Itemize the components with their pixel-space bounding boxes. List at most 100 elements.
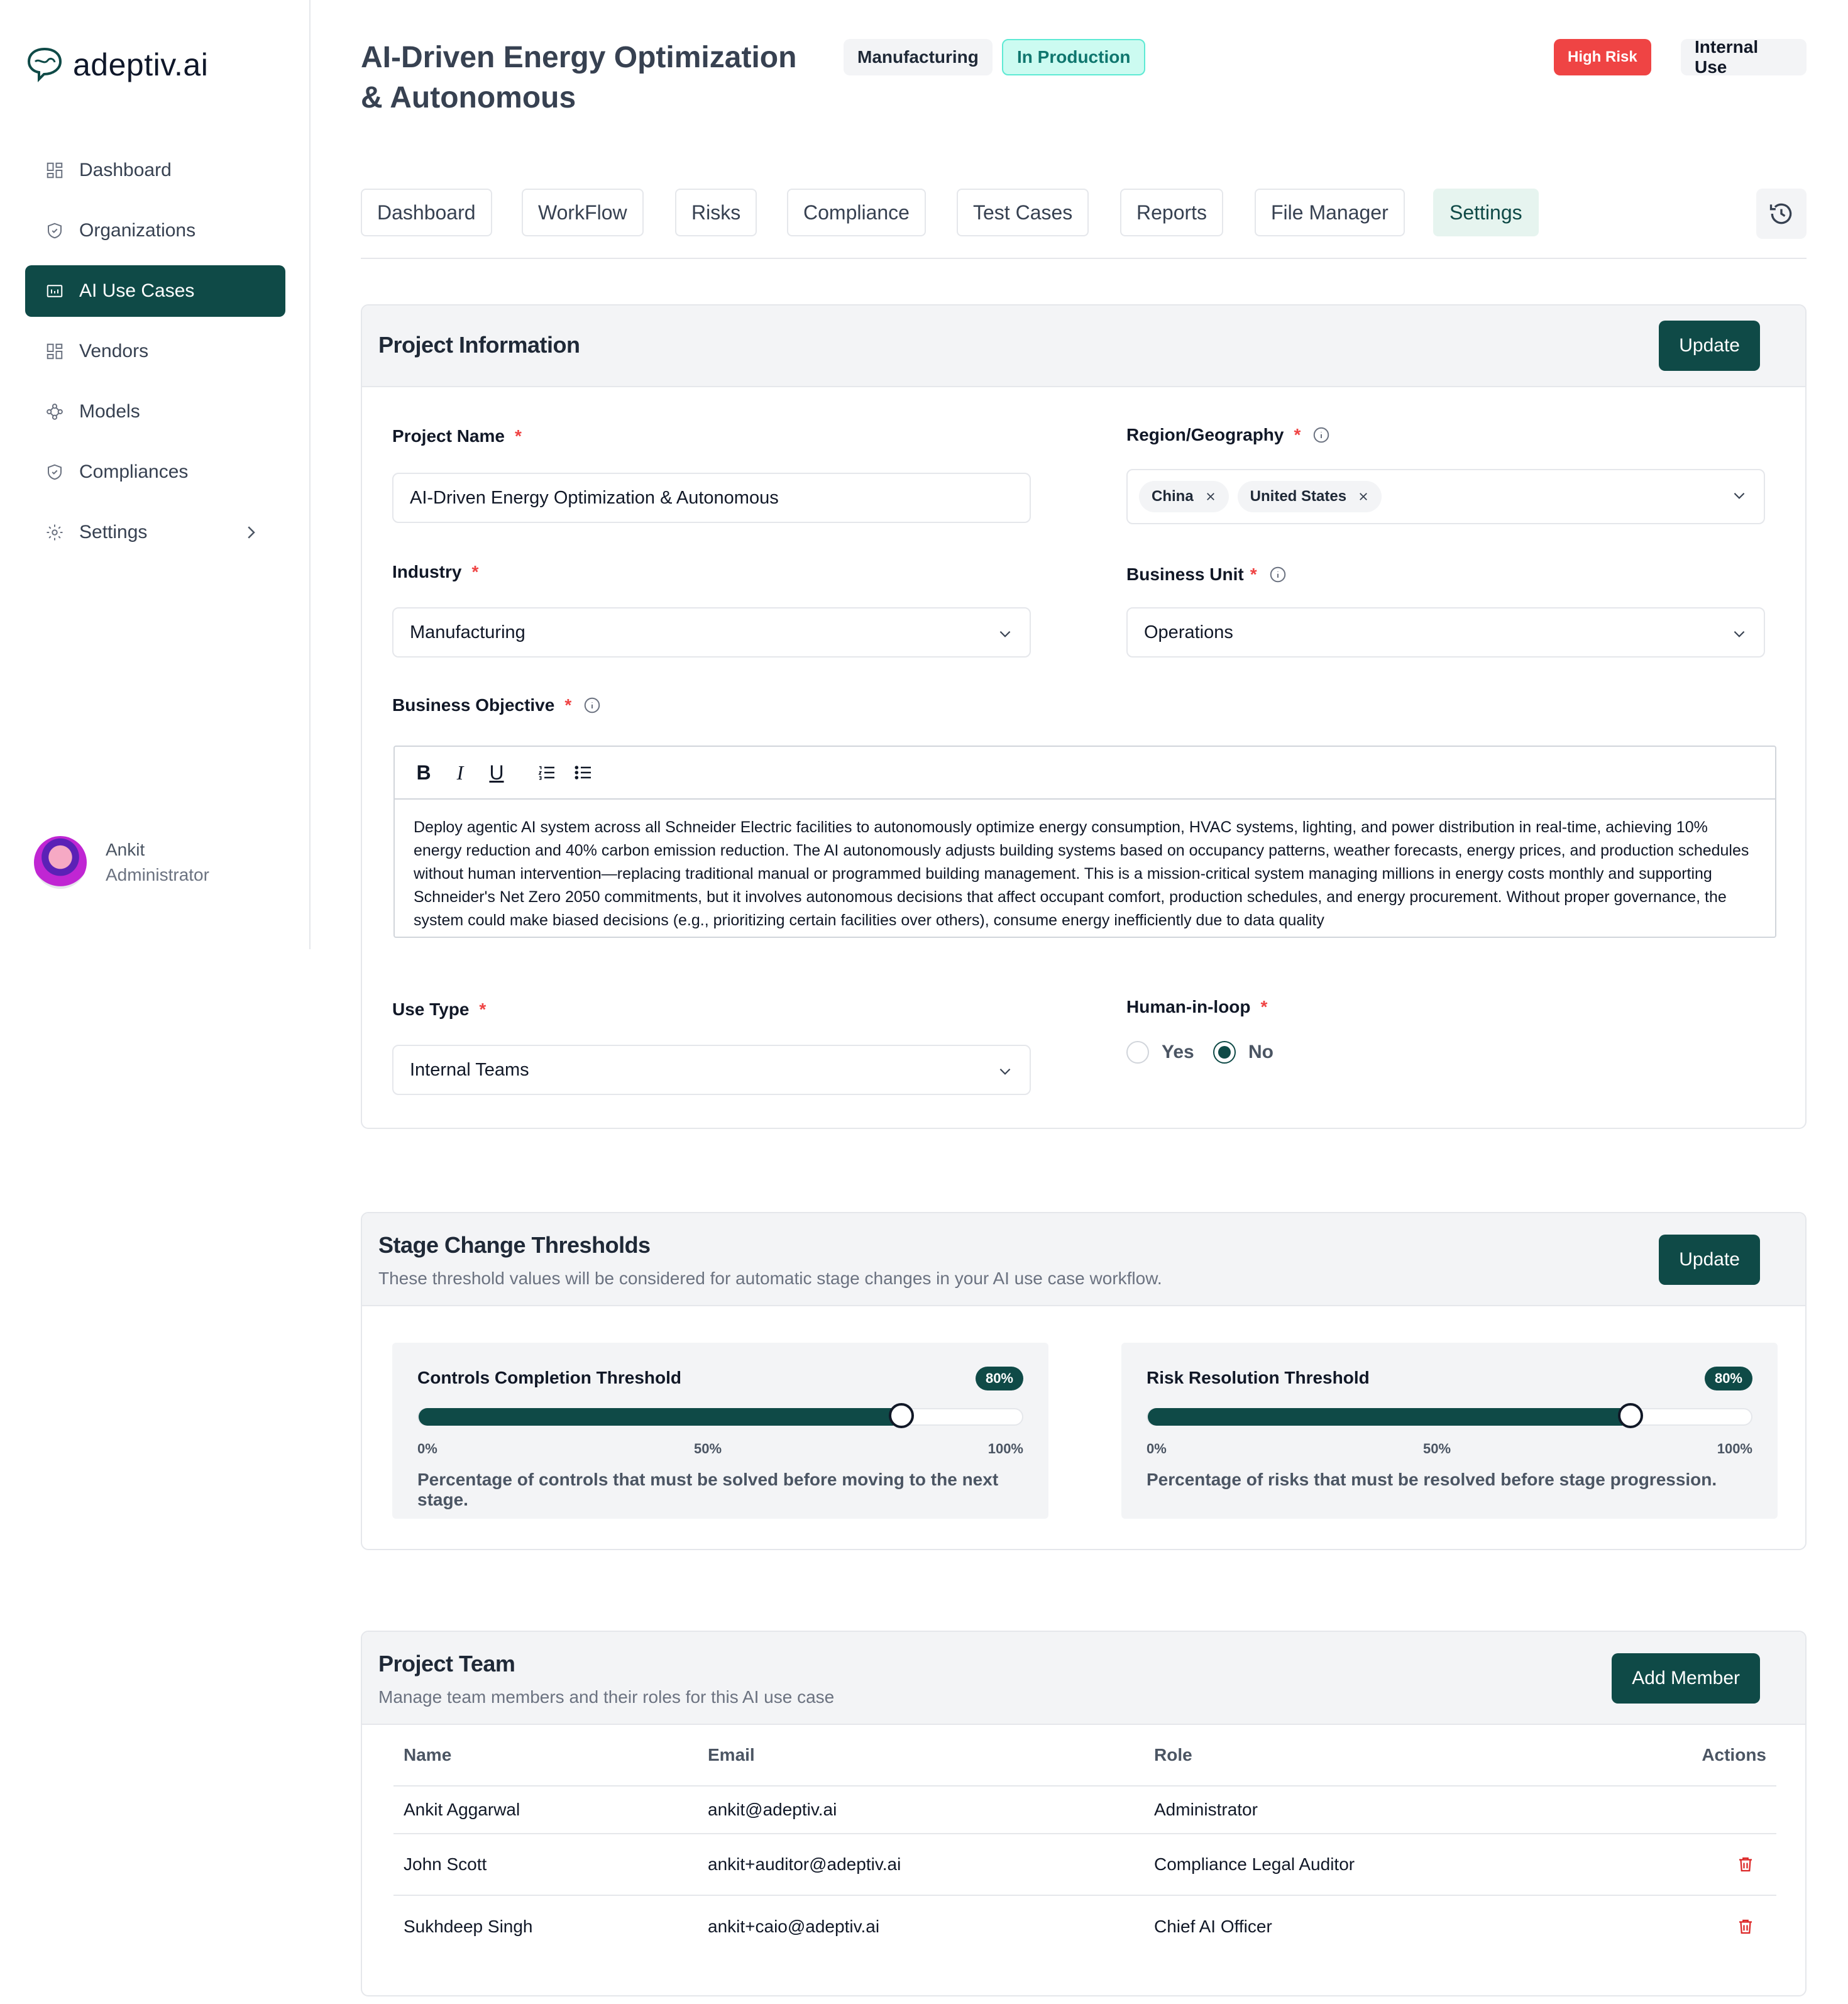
tab-risks[interactable]: Risks [675, 189, 757, 236]
sidebar-item-dashboard[interactable]: Dashboard [25, 145, 285, 196]
status-badge: In Production [1002, 39, 1146, 75]
close-icon[interactable] [1358, 491, 1369, 502]
underline-button[interactable]: U [487, 761, 507, 784]
sidebar-item-settings[interactable]: Settings [25, 507, 285, 558]
radio-label: No [1248, 1042, 1273, 1062]
human-in-loop-label: Human-in-loop * [1126, 997, 1267, 1017]
chip-label: United States [1250, 488, 1347, 505]
thresholds-card: Stage Change Thresholds These threshold … [361, 1212, 1807, 1550]
trash-icon[interactable] [1736, 1855, 1755, 1874]
sidebar-item-label: Models [79, 401, 140, 422]
region-multiselect[interactable]: China United States [1126, 469, 1765, 524]
trash-icon[interactable] [1736, 1917, 1755, 1936]
member-email: ankit@adeptiv.ai [708, 1800, 837, 1819]
business-unit-value: Operations [1144, 622, 1233, 642]
business-unit-label: Business Unit * [1126, 564, 1287, 585]
member-email: ankit+caio@adeptiv.ai [708, 1917, 880, 1936]
project-name-input[interactable]: AI-Driven Energy Optimization & Autonomo… [392, 473, 1031, 523]
tab-reports[interactable]: Reports [1120, 189, 1224, 236]
info-icon[interactable] [583, 696, 602, 715]
sidebar-item-ai-use-cases[interactable]: AI Use Cases [25, 265, 285, 317]
label-text: Use Type [392, 999, 470, 1019]
tab-test-cases[interactable]: Test Cases [957, 189, 1089, 236]
sidebar-item-label: Compliances [79, 461, 189, 482]
table-header-row: Name Email Role Actions [393, 1725, 1776, 1787]
slider-fill [419, 1408, 901, 1426]
bold-button[interactable]: B [414, 761, 434, 784]
risk-badge: High Risk [1554, 39, 1651, 75]
business-objective-editor[interactable]: B I U Deploy agentic AI system across al… [393, 746, 1776, 938]
tab-file-manager[interactable]: File Manager [1255, 189, 1405, 236]
card-header: Stage Change Thresholds These threshold … [362, 1213, 1805, 1306]
human-in-loop-no[interactable]: No [1213, 1041, 1273, 1064]
chevron-right-icon [248, 526, 255, 539]
update-project-button[interactable]: Update [1659, 321, 1760, 371]
industry-select[interactable]: Manufacturing [392, 607, 1031, 658]
project-name-label: Project Name * [392, 426, 522, 446]
sidebar-item-models[interactable]: Models [25, 386, 285, 438]
member-name: John Scott [404, 1854, 487, 1874]
chevron-down-icon [1734, 492, 1745, 499]
grid-icon [47, 343, 63, 360]
sidebar-item-organizations[interactable]: Organizations [25, 205, 285, 256]
project-team-card: Project Team Manage team members and the… [361, 1631, 1807, 1996]
gear-icon [47, 524, 63, 541]
tick-label: 0% [417, 1441, 437, 1456]
slider-handle[interactable] [889, 1403, 914, 1428]
radio-yes[interactable] [1126, 1041, 1149, 1064]
radio-no[interactable] [1213, 1041, 1236, 1064]
table-row: Ankit Aggarwal ankit@adeptiv.ai Administ… [393, 1787, 1776, 1834]
logo[interactable]: adeptiv.ai [25, 45, 208, 84]
required-marker: * [564, 695, 572, 715]
tab-dashboard[interactable]: Dashboard [361, 189, 492, 236]
threshold-title: Risk Resolution Threshold [1147, 1368, 1370, 1387]
user-profile[interactable]: Ankit Administrator [34, 836, 209, 889]
history-button[interactable] [1756, 189, 1807, 239]
tab-settings[interactable]: Settings [1433, 189, 1539, 236]
required-marker: * [1250, 564, 1257, 584]
info-icon[interactable] [1312, 426, 1331, 444]
chip-label: China [1152, 488, 1194, 505]
brand-name: adeptiv.ai [73, 47, 209, 82]
business-unit-select[interactable]: Operations [1126, 607, 1765, 658]
slider-fill [1148, 1408, 1631, 1426]
user-name: Ankit [106, 840, 145, 859]
user-role: Administrator [106, 865, 209, 884]
business-objective-text: Deploy agentic AI system across all Schn… [414, 818, 1749, 929]
tab-bar: Dashboard WorkFlow Risks Compliance Test… [361, 189, 1807, 259]
add-member-button[interactable]: Add Member [1612, 1653, 1760, 1704]
chevron-down-icon [1734, 630, 1745, 637]
risk-threshold-slider[interactable] [1147, 1403, 1752, 1428]
sidebar-nav: Dashboard Organizations AI Use Cases Ven… [25, 145, 285, 567]
label-text: Project Name [392, 426, 505, 446]
info-icon[interactable] [1268, 565, 1287, 584]
label-text: Business Objective [392, 695, 555, 715]
tab-compliance[interactable]: Compliance [787, 189, 926, 236]
label-text: Region/Geography [1126, 425, 1284, 444]
controls-threshold-slider[interactable] [417, 1403, 1023, 1428]
close-icon[interactable] [1205, 491, 1216, 502]
tick-label: 100% [1717, 1441, 1752, 1456]
folder-icon [47, 285, 63, 297]
card-subtitle: Manage team members and their roles for … [378, 1687, 835, 1707]
sidebar-item-label: Vendors [79, 341, 149, 361]
avatar [34, 836, 87, 889]
sidebar-item-vendors[interactable]: Vendors [25, 326, 285, 377]
card-title: Project Information [378, 332, 580, 358]
controls-threshold-panel: Controls Completion Threshold 80% 0% 50%… [392, 1343, 1048, 1519]
update-thresholds-button[interactable]: Update [1659, 1235, 1760, 1285]
use-type-select[interactable]: Internal Teams [392, 1045, 1031, 1095]
editor-toolbar: B I U [395, 747, 1775, 800]
sidebar-item-compliances[interactable]: Compliances [25, 446, 285, 498]
ordered-list-icon[interactable] [537, 763, 557, 783]
threshold-description: Percentage of controls that must be solv… [417, 1470, 999, 1509]
threshold-badge: 80% [975, 1367, 1023, 1390]
bullet-list-icon[interactable] [573, 763, 593, 783]
human-in-loop-yes[interactable]: Yes [1126, 1041, 1194, 1064]
use-badge: Internal Use [1681, 37, 1807, 77]
slider-handle[interactable] [1618, 1403, 1643, 1428]
tab-workflow[interactable]: WorkFlow [522, 189, 644, 236]
team-table: Name Email Role Actions Ankit Aggarwal a… [393, 1725, 1776, 1957]
italic-button[interactable]: I [450, 761, 470, 784]
sidebar-item-label: AI Use Cases [79, 280, 195, 301]
